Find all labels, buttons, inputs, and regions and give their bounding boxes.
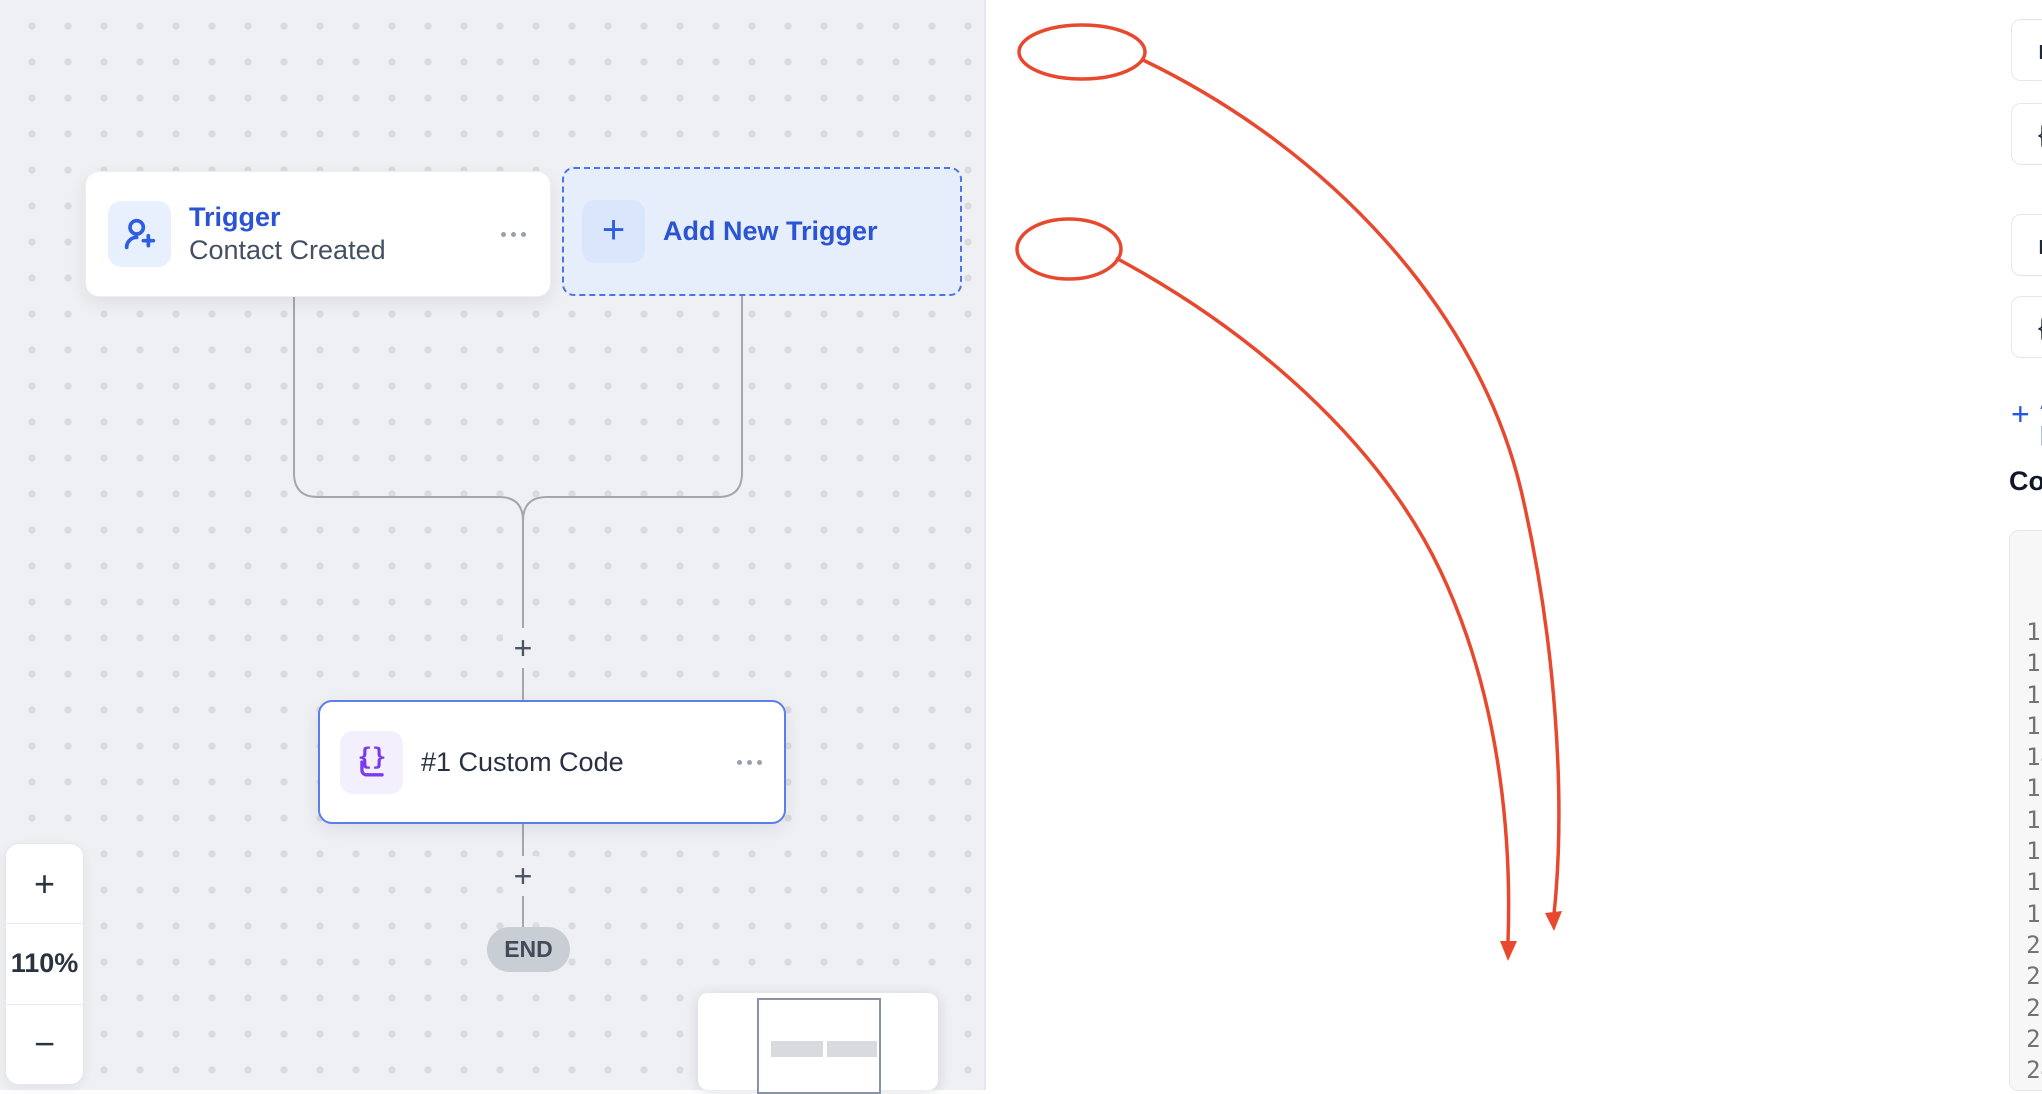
line-number: 14: [2010, 741, 2042, 773]
line-number: 19: [2010, 898, 2042, 930]
line-number: 15: [2010, 772, 2042, 804]
trigger-node-title: Trigger: [189, 201, 386, 234]
custom-code-node[interactable]: {} #1 Custom Code: [318, 700, 786, 824]
line-number: 21: [2010, 960, 2042, 992]
add-step-button-lower[interactable]: +: [503, 856, 543, 896]
line-number: 9: [2010, 585, 2042, 617]
property-key-input-nfc[interactable]: [2011, 214, 2042, 276]
line-number: 17: [2010, 835, 2042, 867]
line-number: 22: [2010, 992, 2042, 1024]
line-number: 18⌄: [2010, 866, 2042, 898]
line-number: 24: [2010, 1054, 2042, 1086]
add-new-trigger-label: Add New Trigger: [663, 216, 878, 247]
trigger-node[interactable]: Trigger Contact Created: [85, 171, 551, 297]
canvas-minimap[interactable]: [698, 993, 938, 1090]
trigger-node-subtitle: Contact Created: [189, 234, 386, 267]
property-value-field-nfc[interactable]: {{contact.phone}}: [2011, 296, 2042, 358]
add-new-trigger-button[interactable]: + Add New Trigger: [562, 167, 962, 296]
custom-code-node-label: #1 Custom Code: [421, 747, 624, 778]
canvas-zoom-control: + 110% −: [5, 843, 84, 1085]
action-settings-panel: {{contact.name}} {{contact.phone}} + Add…: [986, 0, 2042, 1090]
minimap-node: [827, 1041, 877, 1057]
workflow-canvas[interactable]: Trigger Contact Created + Add New Trigge…: [0, 0, 984, 1090]
line-number: 23: [2010, 1023, 2042, 1055]
code-section-label: Code: [2009, 466, 2042, 497]
add-property-button[interactable]: + Add property: [2011, 385, 2042, 447]
line-number: 10⌄: [2010, 616, 2042, 648]
line-number: 12: [2010, 679, 2042, 711]
zoom-in-button[interactable]: +: [6, 844, 83, 923]
plus-icon: +: [2011, 396, 2030, 433]
property-value-field-name[interactable]: {{contact.name}}: [2011, 103, 2042, 165]
add-step-button-upper[interactable]: +: [503, 628, 543, 668]
zoom-level: 110%: [6, 923, 83, 1003]
line-number: 20: [2010, 929, 2042, 961]
ellipsis-icon[interactable]: [737, 760, 762, 765]
workflow-end-badge: END: [487, 927, 570, 972]
code-editor[interactable]: 78910⌄111213141516⌄1718⌄192021222324 con…: [2009, 530, 2042, 1091]
property-key-input-name[interactable]: [2011, 19, 2042, 81]
line-number: 8: [2010, 553, 2042, 585]
line-number: 11: [2010, 647, 2042, 679]
zoom-out-button[interactable]: −: [6, 1004, 83, 1084]
line-number: 16⌄: [2010, 804, 2042, 836]
line-number: 7: [2010, 530, 2042, 554]
minimap-node: [771, 1041, 823, 1057]
line-number: 13: [2010, 710, 2042, 742]
connector-lines: [0, 0, 984, 1090]
plus-icon: +: [582, 200, 645, 263]
code-editor-gutter: 78910⌄111213141516⌄1718⌄192021222324: [2010, 531, 2042, 1091]
user-plus-icon: [108, 201, 171, 267]
curly-braces-code-icon: {}: [340, 731, 403, 794]
ellipsis-icon[interactable]: [501, 232, 526, 237]
